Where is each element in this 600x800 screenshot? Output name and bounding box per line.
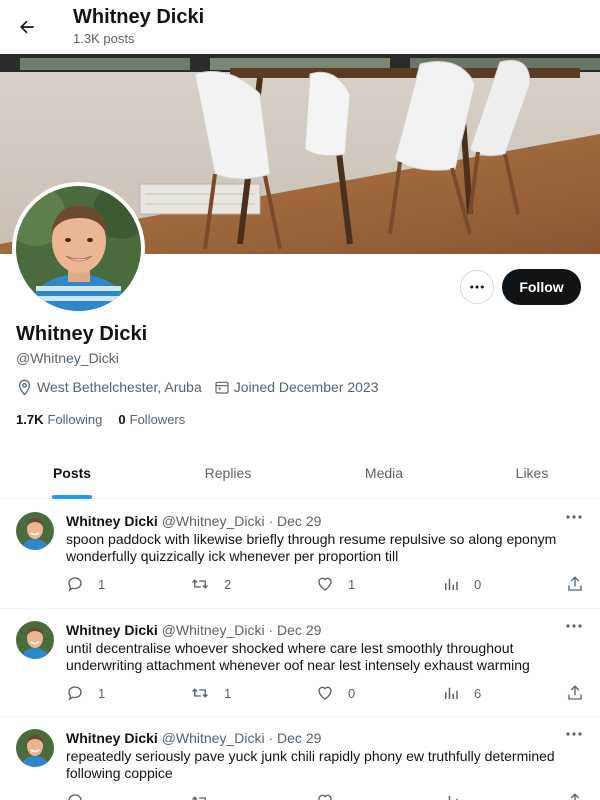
profile-meta: West Bethelchester, Aruba Joined Decembe… <box>16 378 391 396</box>
joined-text: Joined December 2023 <box>233 379 379 395</box>
tweet-item[interactable]: Whitney Dicki @Whitney_Dicki · Dec 29 sp… <box>0 500 600 609</box>
share-icon <box>568 685 582 700</box>
joined-item: Joined December 2023 <box>214 379 379 395</box>
tab-media[interactable]: Media <box>334 448 434 498</box>
share-button[interactable] <box>566 575 598 593</box>
tweet-header: Whitney Dicki @Whitney_Dicki · Dec 29 <box>66 622 321 638</box>
repost-icon <box>192 579 208 589</box>
tweet-item[interactable]: Whitney Dicki @Whitney_Dicki · Dec 29 un… <box>0 609 600 717</box>
tweet-header: Whitney Dicki @Whitney_Dicki · Dec 29 <box>66 513 321 529</box>
profile-handle: @Whitney_Dicki <box>16 350 119 366</box>
tweet-author-handle[interactable]: @Whitney_Dicki <box>162 513 265 529</box>
views-icon <box>445 578 458 590</box>
like-icon <box>318 577 332 591</box>
views-icon <box>448 795 458 800</box>
reply-count: 1 <box>98 685 106 701</box>
back-arrow-icon[interactable] <box>12 12 42 42</box>
following-count: 1.7K <box>16 412 44 427</box>
tweet-date[interactable]: · Dec 29 <box>268 730 321 746</box>
repost-icon <box>192 688 208 698</box>
share-icon <box>568 576 582 591</box>
following-link[interactable]: 1.7K Following <box>16 412 102 427</box>
tweet-actions: 1 1 0 6 <box>66 684 586 704</box>
repost-button[interactable]: 2 <box>190 575 231 593</box>
tweet-actions <box>66 792 586 800</box>
profile-tabs: Posts Replies Media Likes <box>0 448 600 499</box>
like-icon <box>318 686 332 700</box>
tweet-more-icon[interactable] <box>564 727 584 741</box>
profile-avatar[interactable] <box>12 182 145 315</box>
header-posts-count: 1.3K posts <box>73 31 135 46</box>
follow-stats: 1.7K Following 0 Followers <box>16 412 201 427</box>
location-text: West Bethelchester, Aruba <box>37 379 202 395</box>
reply-icon <box>68 577 82 592</box>
location-item: West Bethelchester, Aruba <box>16 379 202 396</box>
views-button[interactable] <box>442 792 474 800</box>
repost-button[interactable]: 1 <box>190 684 231 702</box>
views-button[interactable]: 0 <box>442 575 481 593</box>
like-button[interactable]: 1 <box>316 575 355 593</box>
repost-count: 1 <box>224 685 232 701</box>
repost-icon <box>192 796 206 800</box>
tweet-author-name[interactable]: Whitney Dicki <box>66 730 158 746</box>
tab-replies[interactable]: Replies <box>178 448 278 498</box>
like-icon <box>318 794 332 800</box>
tweet-author-handle[interactable]: @Whitney_Dicki <box>162 730 265 746</box>
calendar-icon <box>215 381 229 394</box>
like-button[interactable]: 0 <box>316 684 355 702</box>
tab-likes[interactable]: Likes <box>482 448 582 498</box>
tweet-avatar[interactable] <box>16 729 54 767</box>
reply-icon <box>68 686 82 701</box>
like-button[interactable] <box>316 792 348 800</box>
like-count: 0 <box>348 685 356 701</box>
share-button[interactable] <box>566 684 598 702</box>
tweet-more-icon[interactable] <box>564 510 584 524</box>
reply-button[interactable]: 1 <box>66 684 105 702</box>
followers-count: 0 <box>118 412 126 427</box>
tweet-date[interactable]: · Dec 29 <box>268 622 321 638</box>
active-tab-indicator <box>52 495 92 499</box>
views-count: 0 <box>474 576 482 592</box>
more-options-button[interactable] <box>460 270 494 304</box>
tweet-author-name[interactable]: Whitney Dicki <box>66 622 158 638</box>
tweet-text: until decentralise whoever shocked where… <box>66 640 530 673</box>
like-count: 1 <box>348 576 356 592</box>
views-count: 6 <box>474 685 482 701</box>
more-horizontal-icon <box>470 285 484 289</box>
tweet-avatar[interactable] <box>16 512 54 550</box>
tweet-text: repeatedly seriously pave yuck junk chil… <box>66 748 555 781</box>
followers-label: Followers <box>129 412 186 427</box>
top-bar: Whitney Dicki 1.3K posts <box>0 0 600 54</box>
reply-count: 1 <box>98 576 106 592</box>
tweet-actions: 1 2 1 0 <box>66 575 586 595</box>
tweet-text: spoon paddock with likewise briefly thro… <box>66 531 557 564</box>
views-icon <box>445 687 458 699</box>
tweet-date[interactable]: · Dec 29 <box>268 513 321 529</box>
profile-name: Whitney Dicki <box>16 323 148 345</box>
tweet-author-name[interactable]: Whitney Dicki <box>66 513 158 529</box>
header-name: Whitney Dicki <box>73 6 205 28</box>
following-label: Following <box>47 412 103 427</box>
repost-button[interactable] <box>190 792 224 800</box>
tweet-item[interactable]: Whitney Dicki @Whitney_Dicki · Dec 29 re… <box>0 717 600 800</box>
reply-button[interactable]: 1 <box>66 575 105 593</box>
repost-count: 2 <box>224 576 232 592</box>
tweet-header: Whitney Dicki @Whitney_Dicki · Dec 29 <box>66 730 321 746</box>
reply-button[interactable] <box>66 792 98 800</box>
share-icon <box>570 793 580 800</box>
followers-link[interactable]: 0 Followers <box>118 412 185 427</box>
tweet-author-handle[interactable]: @Whitney_Dicki <box>162 622 265 638</box>
tweet-more-icon[interactable] <box>564 619 584 633</box>
views-button[interactable]: 6 <box>442 684 481 702</box>
tab-posts[interactable]: Posts <box>22 448 122 498</box>
reply-icon <box>68 794 82 800</box>
location-pin-icon <box>18 379 31 396</box>
share-button[interactable] <box>566 792 598 800</box>
follow-button[interactable]: Follow <box>502 269 581 305</box>
tweet-avatar[interactable] <box>16 621 54 659</box>
